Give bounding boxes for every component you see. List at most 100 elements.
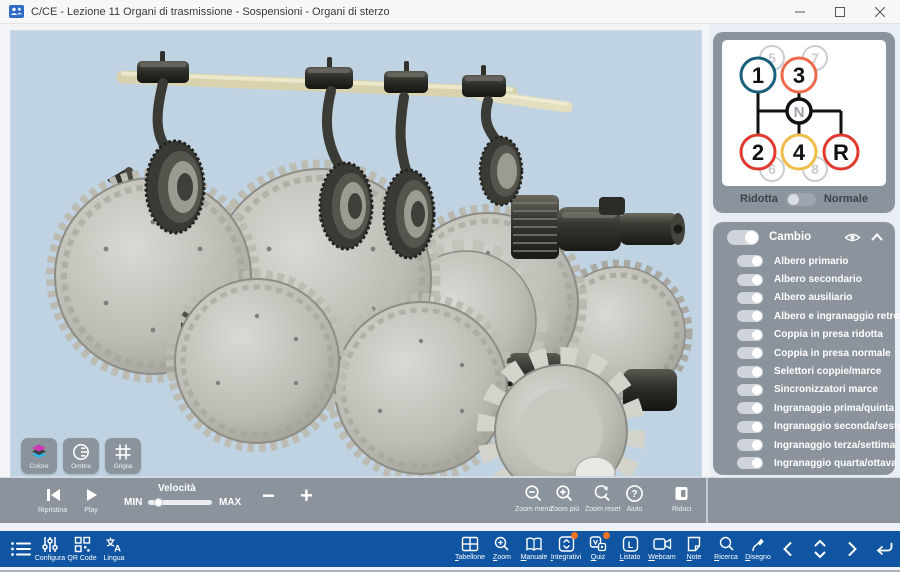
layer-row: Coppia in presa ridotta: [713, 326, 895, 344]
layer-toggle-coppia-ridotta[interactable]: [737, 329, 763, 341]
magnifier-plus-icon: [493, 536, 511, 552]
layer-toggle-terza-settima[interactable]: [737, 439, 763, 451]
layer-toggle-albero-ingranaggio-retro[interactable]: [737, 310, 763, 322]
toolbar-item-manuale[interactable]: Manuale: [518, 531, 550, 567]
toolbar-item-tabellone[interactable]: Tabellone: [454, 531, 486, 567]
toolbar-item-lingua[interactable]: A Lingua: [98, 531, 130, 567]
help-icon: ?: [625, 484, 644, 503]
notification-badge: [603, 532, 610, 539]
toolbar-item-zoom[interactable]: Zoom: [486, 531, 518, 567]
toolbar-item-integrativi[interactable]: Integrativi: [550, 531, 582, 567]
sliders-icon: [41, 536, 59, 553]
zoom-out-button[interactable]: Zoom meno: [515, 484, 552, 513]
zoom-in-button[interactable]: Zoom più: [550, 484, 579, 513]
zoom-in-icon: [555, 484, 574, 503]
layer-toggle-quarta-ottava[interactable]: [737, 457, 763, 469]
speed-increase-button[interactable]: +: [300, 485, 313, 507]
layer-toggle-albero-secondario[interactable]: [737, 274, 763, 286]
toolbar-item-qrcode[interactable]: QR Code: [66, 531, 98, 567]
layer-toggle-albero-primario[interactable]: [737, 255, 763, 267]
layer-row: Ingranaggio prima/quinta: [713, 399, 895, 417]
speed-decrease-button[interactable]: −: [262, 485, 275, 507]
translate-icon: A: [105, 536, 123, 553]
grid-button-label: Griglia: [114, 463, 133, 470]
eye-icon[interactable]: [844, 232, 861, 243]
right-panel: 5 7 6 8: [710, 24, 900, 477]
window-bottom-edge: [0, 567, 900, 572]
speed-slider[interactable]: [148, 500, 212, 505]
layer-toggle-albero-ausiliario[interactable]: [737, 292, 763, 304]
toolbar-item-note[interactable]: Note: [678, 531, 710, 567]
gear-4[interactable]: 4: [793, 140, 806, 165]
back-return-button[interactable]: [868, 531, 900, 567]
return-arrow-icon: [874, 541, 894, 557]
window-title: C/CE - Lezione 11 Organi di trasmissione…: [31, 6, 390, 18]
pen-icon: [750, 536, 767, 552]
layer-toggle-seconda-sesta[interactable]: [737, 421, 763, 433]
layer-toggle-coppia-normale[interactable]: [737, 347, 763, 359]
cambio-toggle[interactable]: [727, 230, 759, 245]
3d-viewport[interactable]: Colore Ombre Griglia: [10, 30, 702, 477]
layer-row: Albero e ingranaggio retro: [713, 307, 895, 325]
mode-label-normale: Normale: [824, 193, 868, 205]
gear-1[interactable]: 1: [752, 63, 764, 88]
titlebar: C/CE - Lezione 11 Organi di trasmissione…: [0, 0, 900, 24]
shadows-button-label: Ombre: [71, 463, 91, 470]
toolbar-item-configura[interactable]: Configura: [34, 531, 66, 567]
shadows-button[interactable]: Ombre: [63, 438, 99, 474]
grid-button[interactable]: Griglia: [105, 438, 141, 474]
gearbox-3d-model[interactable]: [11, 31, 702, 477]
toolbar-item-ricerca[interactable]: Ricerca: [710, 531, 742, 567]
range-mode-toggle[interactable]: [786, 193, 816, 206]
layers-color-icon: [29, 442, 49, 462]
divider-strip: [0, 523, 900, 531]
speed-slider-thumb[interactable]: [154, 498, 163, 507]
toolbar-item-listato[interactable]: L Listato: [614, 531, 646, 567]
expand-collapse-button[interactable]: [804, 531, 836, 567]
gear-3[interactable]: 3: [793, 63, 805, 88]
playback-bar: Ripristina Play MIN Velocità MAX − + Zoo…: [0, 477, 900, 523]
close-button[interactable]: [860, 0, 900, 24]
maximize-button[interactable]: [820, 0, 860, 24]
color-button[interactable]: Colore: [21, 438, 57, 474]
next-button[interactable]: [836, 531, 868, 567]
layer-toggle-selettori[interactable]: [737, 366, 763, 378]
speed-min-label: MIN: [124, 497, 142, 508]
grid-icon: [113, 442, 133, 462]
layer-row: Ingranaggio seconda/sesta: [713, 418, 895, 436]
gear-2[interactable]: 2: [752, 140, 764, 165]
listing-icon: L: [622, 536, 639, 552]
help-button[interactable]: ? Aiuto: [625, 484, 644, 513]
chevron-up-icon[interactable]: [871, 233, 883, 241]
chevrons-up-down-icon: [812, 539, 828, 559]
svg-text:?: ?: [631, 488, 637, 500]
prev-button[interactable]: [772, 531, 804, 567]
layer-toggle-prima-quinta[interactable]: [737, 402, 763, 414]
layer-row: Sincronizzatori marce: [713, 381, 895, 399]
color-button-label: Colore: [29, 463, 48, 470]
layer-row: Ingranaggio quarta/ottava: [713, 454, 895, 472]
menu-button[interactable]: [8, 538, 34, 560]
minimize-button[interactable]: [780, 0, 820, 24]
zoom-reset-button[interactable]: Zoom reset: [585, 484, 620, 513]
layers-card: Cambio Albero primario Albero secondario…: [713, 222, 895, 475]
gear-neutral[interactable]: N: [794, 104, 805, 121]
mode-label-ridotta: Ridotta: [740, 193, 778, 205]
speed-label: Velocità: [158, 483, 196, 494]
toolbar-item-disegno[interactable]: Disegno: [742, 531, 774, 567]
toolbar-item-quiz[interactable]: Quiz: [582, 531, 614, 567]
chevron-right-icon: [844, 540, 860, 558]
qr-code-icon: [74, 536, 91, 553]
restore-button[interactable]: Ripristina: [38, 486, 67, 514]
speed-max-label: MAX: [219, 497, 241, 508]
layer-row: Albero primario: [713, 252, 895, 270]
app-window: C/CE - Lezione 11 Organi di trasmissione…: [0, 0, 900, 572]
layer-toggle-sincronizzatori[interactable]: [737, 384, 763, 396]
main-toolbar: Configura QR Code A: [0, 531, 900, 567]
gear-R[interactable]: R: [833, 140, 849, 165]
reduce-button[interactable]: Riduci: [672, 484, 691, 513]
shadows-icon: [71, 442, 91, 462]
play-button[interactable]: Play: [82, 486, 100, 514]
layer-row: Albero secondario: [713, 270, 895, 288]
toolbar-item-webcam[interactable]: Webcam: [646, 531, 678, 567]
